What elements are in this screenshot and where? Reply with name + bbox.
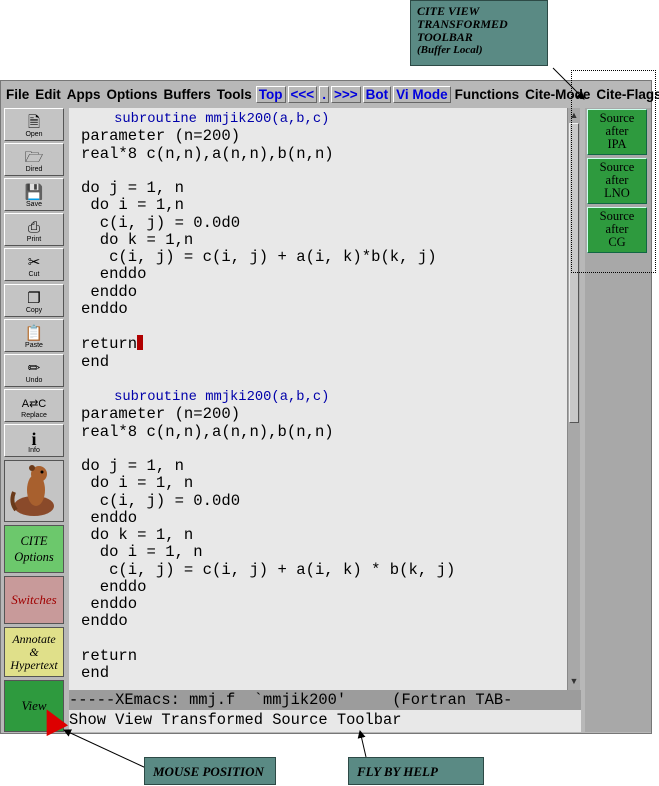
annotation-arrows [46, 67, 585, 769]
mouse-pointer-icon [46, 709, 69, 737]
mouse-position-arrow [63, 729, 147, 769]
mouse-position-callout: MOUSE POSITION [144, 757, 276, 785]
fly-by-help-callout: FLY BY HELP [348, 757, 484, 785]
fly-by-help-arrow [357, 730, 367, 758]
cite-callout-arrow [552, 67, 585, 100]
